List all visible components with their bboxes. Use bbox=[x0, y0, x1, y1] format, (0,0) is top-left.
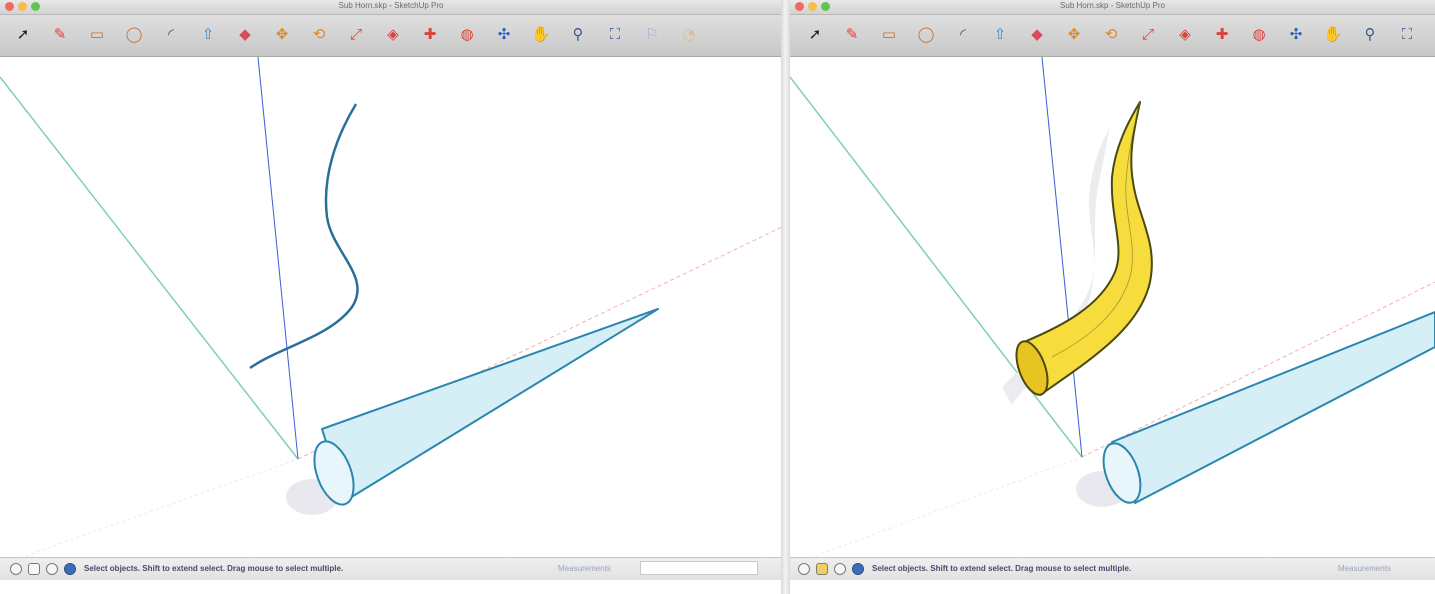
sketchup-window-left: Sub Horn.skp - SketchUp Pro ➚ ✎ ▭ ◯ ◜ ⇧ ◆ ✥ ⟲ ⤢ ◈ ✚… bbox=[0, 0, 782, 594]
rectangle-icon[interactable]: ▭ bbox=[86, 23, 108, 45]
help-icon[interactable] bbox=[852, 563, 864, 575]
red-axis-line-lower bbox=[19, 458, 299, 558]
red-axis-line-lower bbox=[809, 456, 1083, 558]
paint-bucket-icon[interactable]: ◍ bbox=[1248, 23, 1270, 45]
followme-icon[interactable]: ◆ bbox=[1026, 23, 1048, 45]
zoom-extents-icon[interactable]: ⛶ bbox=[1396, 23, 1418, 45]
offset-icon[interactable]: ◈ bbox=[382, 23, 404, 45]
rotate-icon[interactable]: ⟲ bbox=[308, 23, 330, 45]
title-bar: Sub Horn.skp - SketchUp Pro bbox=[790, 0, 1435, 15]
orbit-icon[interactable]: ✣ bbox=[493, 23, 515, 45]
cone-body bbox=[321, 308, 659, 502]
pan-hand-icon[interactable]: ✋ bbox=[1322, 23, 1344, 45]
screenshot-stage: Sub Horn.skp - SketchUp Pro ➚ ✎ ▭ ◯ ◜ ⇧ ◆ ✥ ⟲ ⤢ ◈ ✚… bbox=[0, 0, 1435, 594]
scale-icon[interactable]: ⤢ bbox=[345, 23, 367, 45]
scene-canvas[interactable] bbox=[0, 57, 782, 558]
eraser-icon[interactable]: ✎ bbox=[49, 23, 71, 45]
blue-axis-line bbox=[257, 57, 299, 460]
rectangle-icon[interactable]: ▭ bbox=[878, 23, 900, 45]
followme-icon[interactable]: ◆ bbox=[234, 23, 256, 45]
main-toolbar: ➚ ✎ ▭ ◯ ◜ ⇧ ◆ ✥ ⟲ ⤢ ◈ ✚ ◍ ✣ ✋ ⚲ ⛶ ⚐ ◔ bbox=[0, 15, 782, 57]
pushpull-icon[interactable]: ⇧ bbox=[197, 23, 219, 45]
arc-icon[interactable]: ◜ bbox=[952, 23, 974, 45]
pan-hand-icon[interactable]: ✋ bbox=[530, 23, 552, 45]
status-hint-text: Select objects. Shift to extend select. … bbox=[84, 564, 344, 573]
scene-canvas[interactable] bbox=[790, 57, 1435, 558]
status-bar: Select objects. Shift to extend select. … bbox=[790, 557, 1435, 580]
paint-bucket-icon[interactable]: ◍ bbox=[456, 23, 478, 45]
zoom-extents-icon[interactable]: ⛶ bbox=[604, 23, 626, 45]
credits-icon[interactable] bbox=[28, 563, 40, 575]
circle-icon[interactable]: ◯ bbox=[123, 23, 145, 45]
select-arrow-icon[interactable]: ➚ bbox=[804, 23, 826, 45]
user-icon[interactable] bbox=[834, 563, 846, 575]
window-bottom-edge bbox=[0, 580, 782, 594]
look-around-icon[interactable]: ◔ bbox=[678, 23, 700, 45]
help-icon[interactable] bbox=[64, 563, 76, 575]
modeling-viewport[interactable] bbox=[790, 57, 1435, 558]
credits-icon[interactable] bbox=[816, 563, 828, 575]
zoom-icon[interactable]: ⚲ bbox=[567, 23, 589, 45]
circle-icon[interactable]: ◯ bbox=[915, 23, 937, 45]
status-hint-text: Select objects. Shift to extend select. … bbox=[872, 564, 1132, 573]
tape-measure-icon[interactable]: ✚ bbox=[1211, 23, 1233, 45]
modeling-viewport[interactable] bbox=[0, 57, 782, 558]
geo-location-icon[interactable] bbox=[798, 563, 810, 575]
select-arrow-icon[interactable]: ➚ bbox=[12, 23, 34, 45]
arc-icon[interactable]: ◜ bbox=[160, 23, 182, 45]
green-axis-line bbox=[0, 76, 299, 460]
walk-icon[interactable]: ⚐ bbox=[641, 23, 663, 45]
green-axis-line bbox=[790, 76, 1083, 458]
measurements-input[interactable] bbox=[640, 561, 758, 575]
blue-axis-line bbox=[1041, 57, 1083, 458]
horn-body bbox=[1023, 101, 1153, 396]
main-toolbar: ➚ ✎ ▭ ◯ ◜ ⇧ ◆ ✥ ⟲ ⤢ ◈ ✚ ◍ ✣ ✋ ⚲ ⛶ bbox=[790, 15, 1435, 57]
orbit-icon[interactable]: ✣ bbox=[1285, 23, 1307, 45]
cone-body bbox=[1111, 311, 1435, 504]
scale-icon[interactable]: ⤢ bbox=[1137, 23, 1159, 45]
tape-measure-icon[interactable]: ✚ bbox=[419, 23, 441, 45]
pushpull-icon[interactable]: ⇧ bbox=[989, 23, 1011, 45]
rotate-icon[interactable]: ⟲ bbox=[1100, 23, 1122, 45]
move-icon[interactable]: ✥ bbox=[1063, 23, 1085, 45]
status-bar: Select objects. Shift to extend select. … bbox=[0, 557, 782, 580]
window-title: Sub Horn.skp - SketchUp Pro bbox=[338, 1, 444, 10]
zoom-icon[interactable]: ⚲ bbox=[1359, 23, 1381, 45]
title-bar: Sub Horn.skp - SketchUp Pro bbox=[0, 0, 782, 15]
geo-location-icon[interactable] bbox=[10, 563, 22, 575]
eraser-icon[interactable]: ✎ bbox=[841, 23, 863, 45]
move-icon[interactable]: ✥ bbox=[271, 23, 293, 45]
window-title: Sub Horn.skp - SketchUp Pro bbox=[1060, 1, 1165, 10]
measurements-label: Measurements bbox=[1338, 564, 1391, 573]
panel-divider bbox=[781, 0, 790, 594]
offset-icon[interactable]: ◈ bbox=[1174, 23, 1196, 45]
user-icon[interactable] bbox=[46, 563, 58, 575]
measurements-label: Measurements bbox=[558, 564, 611, 573]
sketchup-window-right: Sub Horn.skp - SketchUp Pro ➚ ✎ ▭ ◯ ◜ ⇧ ◆ ✥ ⟲ ⤢ ◈ ✚… bbox=[790, 0, 1435, 594]
window-bottom-edge bbox=[790, 580, 1435, 594]
